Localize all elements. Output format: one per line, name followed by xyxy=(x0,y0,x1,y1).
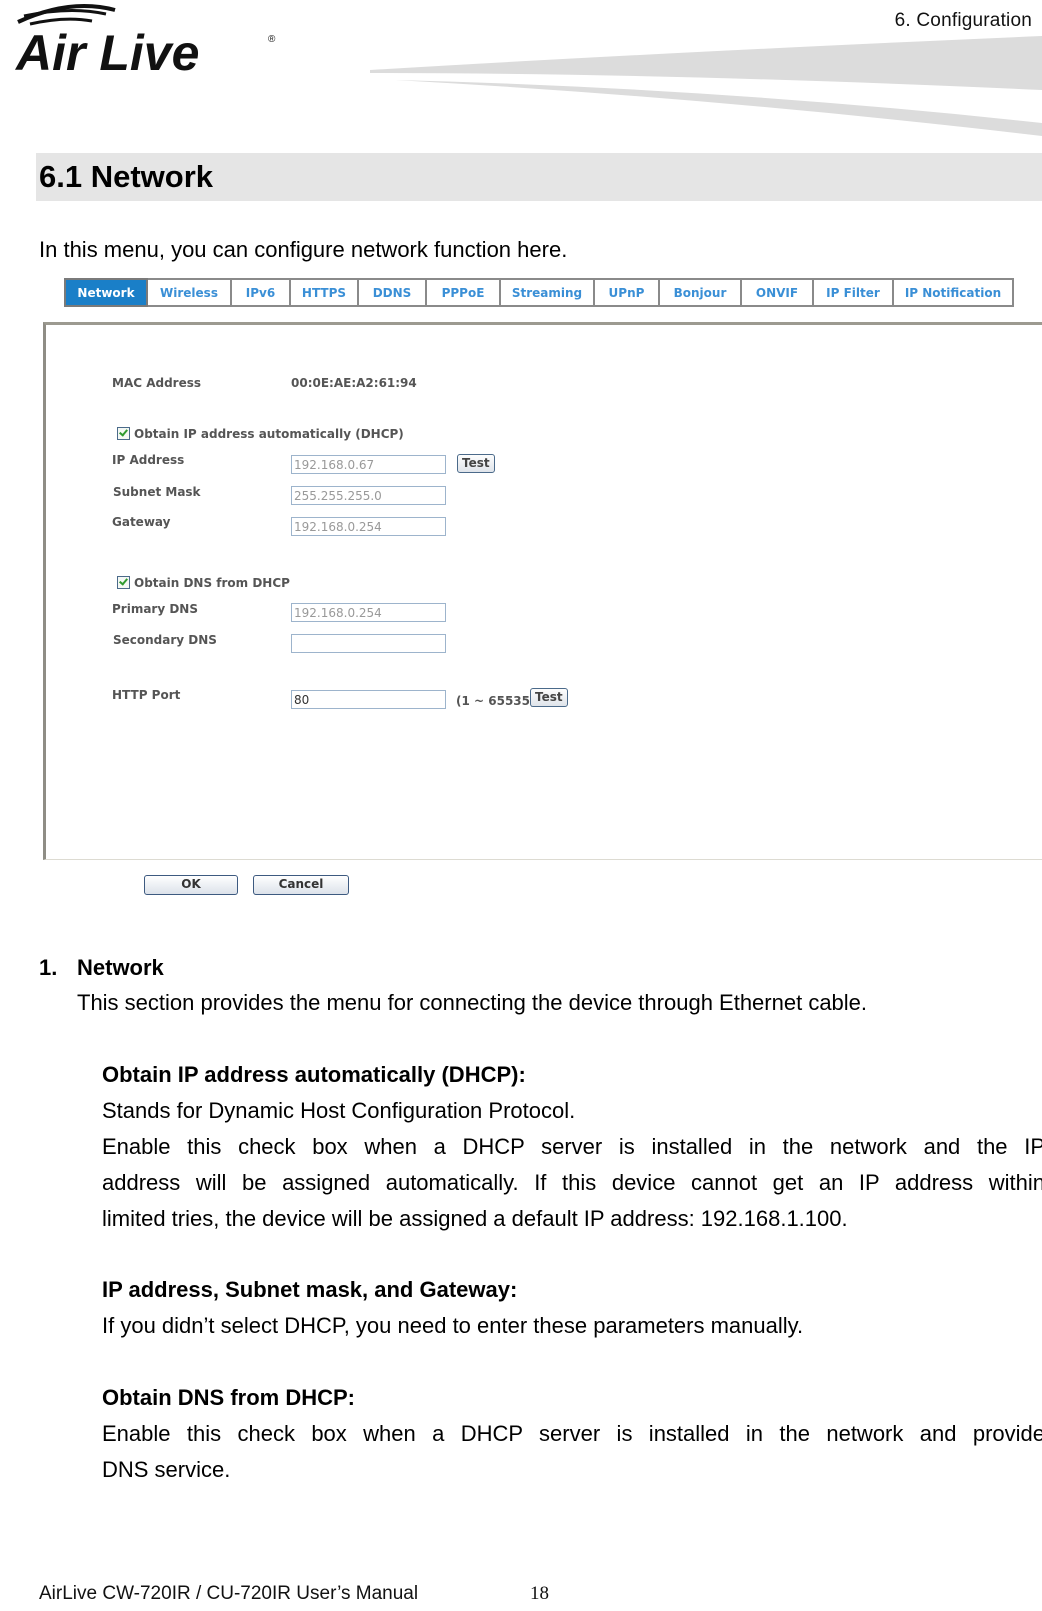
dhcp-text-line: limited tries, the device will be assign… xyxy=(102,1206,848,1231)
http-port-label: HTTP Port xyxy=(112,688,181,702)
dhcp-checkbox-label: Obtain IP address automatically (DHCP) xyxy=(134,427,404,441)
subnet-mask-input[interactable]: 255.255.255.0 xyxy=(291,486,446,505)
tab-upnp[interactable]: UPnP xyxy=(595,278,660,307)
primary-dns-input[interactable]: 192.168.0.254 xyxy=(291,603,446,622)
dhcp-text-line: Enable this check box when a DHCP server… xyxy=(102,1134,1042,1159)
secondary-dns-input[interactable] xyxy=(291,634,446,653)
cancel-button[interactable]: Cancel xyxy=(253,875,349,895)
dns-heading: Obtain DNS from DHCP: xyxy=(102,1385,355,1410)
ip-address-label: IP Address xyxy=(112,453,185,467)
svg-text:®: ® xyxy=(268,34,276,45)
tab-bonjour[interactable]: Bonjour xyxy=(660,278,742,307)
ip-settings-text: If you didn’t select DHCP, you need to e… xyxy=(102,1313,804,1338)
airlive-logo: Air Live ® xyxy=(14,4,276,80)
ip-settings-heading: IP address, Subnet mask, and Gateway: xyxy=(102,1277,518,1302)
dhcp-heading: Obtain IP address automatically (DHCP): xyxy=(102,1062,526,1087)
ok-button[interactable]: OK xyxy=(144,875,238,895)
page-number: 18 xyxy=(530,1583,549,1604)
section-heading-bar: 6.1 Network xyxy=(36,153,1042,201)
dns-dhcp-checkbox[interactable] xyxy=(117,576,130,589)
intro-text: In this menu, you can configure network … xyxy=(39,237,568,262)
item-title: Network xyxy=(77,955,164,980)
tab-wireless[interactable]: Wireless xyxy=(148,278,232,307)
primary-dns-label: Primary DNS xyxy=(112,602,198,616)
network-settings-panel xyxy=(43,322,1042,860)
dhcp-text-line: address will be assigned automatically. … xyxy=(102,1170,1042,1195)
tab-ipv6[interactable]: IPv6 xyxy=(232,278,291,307)
dhcp-text-line: Stands for Dynamic Host Configuration Pr… xyxy=(102,1098,576,1123)
gateway-input[interactable]: 192.168.0.254 xyxy=(291,517,446,536)
item-number: 1. xyxy=(39,955,58,980)
ip-test-button[interactable]: Test xyxy=(457,454,495,473)
tab-ip-filter[interactable]: IP Filter xyxy=(814,278,894,307)
section-title: 6.1 Network xyxy=(39,159,214,194)
chapter-label: 6. Configuration xyxy=(894,10,1032,31)
item-description: This section provides the menu for conne… xyxy=(77,990,868,1015)
dhcp-checkbox[interactable] xyxy=(117,427,130,440)
dns-text-line: Enable this check box when a DHCP server… xyxy=(102,1421,1042,1446)
dns-text-line: DNS service. xyxy=(102,1457,231,1482)
svg-text:Air Live: Air Live xyxy=(14,25,199,80)
dns-dhcp-checkbox-label: Obtain DNS from DHCP xyxy=(134,576,290,590)
secondary-dns-label: Secondary DNS xyxy=(113,633,217,647)
header-swoosh xyxy=(370,36,1042,136)
mac-address-value: 00:0E:AE:A2:61:94 xyxy=(291,376,417,390)
mac-address-label: MAC Address xyxy=(112,376,202,390)
tab-ddns[interactable]: DDNS xyxy=(359,278,427,307)
network-tab-bar: Network Wireless IPv6 HTTPS DDNS PPPoE S… xyxy=(64,278,1014,307)
tab-onvif[interactable]: ONVIF xyxy=(742,278,814,307)
ip-address-input[interactable]: 192.168.0.67 xyxy=(291,455,446,474)
tab-streaming[interactable]: Streaming xyxy=(501,278,595,307)
footer-manual-title: AirLive CW-720IR / CU-720IR User’s Manua… xyxy=(39,1583,419,1604)
tab-network[interactable]: Network xyxy=(64,278,148,307)
tab-pppoe[interactable]: PPPoE xyxy=(427,278,501,307)
subnet-mask-label: Subnet Mask xyxy=(113,485,201,499)
http-port-input[interactable]: 80 xyxy=(291,690,446,709)
tab-ip-notification[interactable]: IP Notification xyxy=(894,278,1014,307)
gateway-label: Gateway xyxy=(112,515,171,529)
http-port-range: (1 ~ 65535) xyxy=(456,694,536,708)
http-port-test-button[interactable]: Test xyxy=(530,688,568,707)
tab-https[interactable]: HTTPS xyxy=(291,278,359,307)
